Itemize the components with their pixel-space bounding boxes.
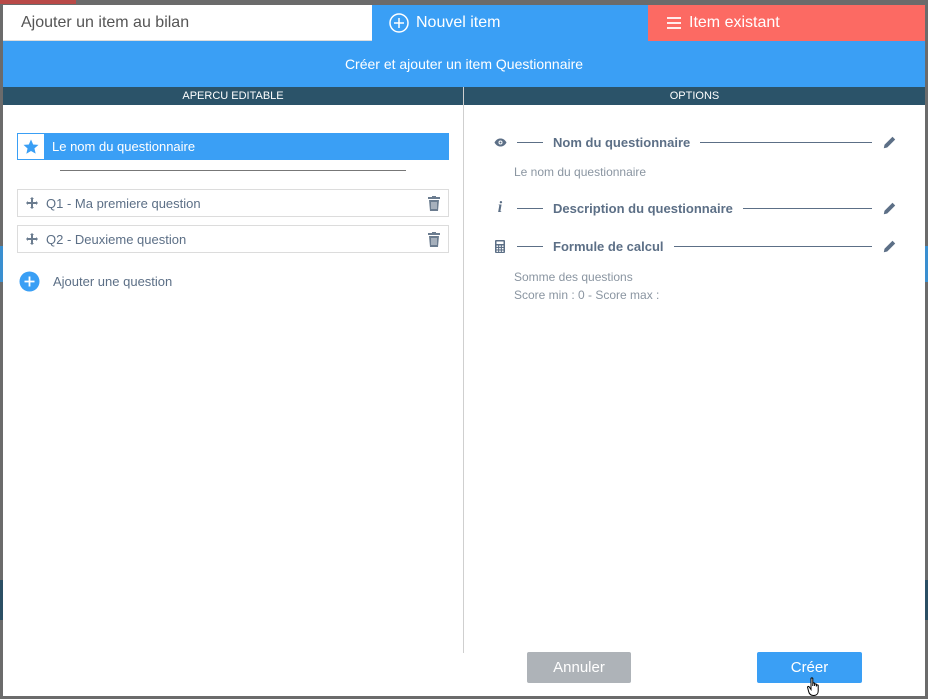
options-header-label: OPTIONS [669,90,720,102]
question-row[interactable]: Q2 - Deuxieme question [17,225,449,253]
option-formula: Formule de calcul [493,236,896,256]
tab-existing-item[interactable]: Item existant [648,5,925,41]
question-row[interactable]: Q1 - Ma premiere question [17,189,449,217]
title-underline [60,170,406,171]
star-icon [18,134,44,159]
pencil-icon[interactable] [882,240,896,253]
tab-add-item[interactable]: Ajouter un item au bilan [3,5,372,41]
option-line [517,141,543,143]
pencil-icon[interactable] [882,202,896,215]
editable-preview-header-label: APERCU EDITABLE [182,90,284,102]
add-question-label: Ajouter une question [53,274,173,289]
option-name: Nom du questionnaire [493,132,896,152]
questionnaire-title-field[interactable]: Le nom du questionnaire [17,133,449,160]
question-label: Q2 - Deuxieme question [46,231,187,247]
hand-cursor-icon [807,677,823,696]
option-description: i Description du questionnaire [493,198,896,218]
menu-icon [666,16,682,30]
editable-preview-header: APERCU EDITABLE [3,87,463,105]
modal-banner: Créer et ajouter un item Questionnaire [3,41,925,87]
option-name-value: Le nom du questionnaire [514,165,647,179]
tab-add-item-label: Ajouter un item au bilan [21,13,190,31]
cancel-button[interactable]: Annuler [527,652,631,683]
tab-existing-item-label: Item existant [689,14,780,31]
option-formula-label: Formule de calcul [553,238,664,254]
add-item-modal: Ajouter un item au bilan Nouvel item Ite… [3,5,925,696]
option-line [517,245,543,247]
tab-bar: Ajouter un item au bilan Nouvel item Ite… [3,5,925,41]
column-divider [463,87,464,653]
move-icon[interactable] [18,197,46,209]
backdrop-accent [0,0,76,4]
plus-circle-icon [19,271,40,292]
option-line [517,207,543,209]
option-line [742,207,872,209]
eye-icon [493,138,507,147]
pencil-icon[interactable] [882,136,896,149]
option-name-label: Nom du questionnaire [553,134,691,150]
add-question-button[interactable]: Ajouter une question [19,271,172,292]
options-header: OPTIONS [464,87,925,105]
option-formula-value: Somme des questions [514,270,633,284]
calculator-icon [493,239,507,253]
option-description-label: Description du questionnaire [553,200,733,216]
plus-circle-icon [389,13,409,33]
tab-new-item[interactable]: Nouvel item [372,5,648,41]
option-line [700,141,872,143]
info-icon: i [497,199,503,216]
move-icon[interactable] [18,233,46,245]
banner-title: Créer et ajouter un item Questionnaire [344,56,584,72]
option-formula-score: Score min : 0 - Score max : [514,288,660,302]
option-line [673,245,872,247]
questionnaire-title-text: Le nom du questionnaire [44,134,448,159]
tab-new-item-label: Nouvel item [416,14,501,31]
trash-icon[interactable] [420,195,448,211]
question-label: Q1 - Ma premiere question [46,195,201,211]
trash-icon[interactable] [420,231,448,247]
